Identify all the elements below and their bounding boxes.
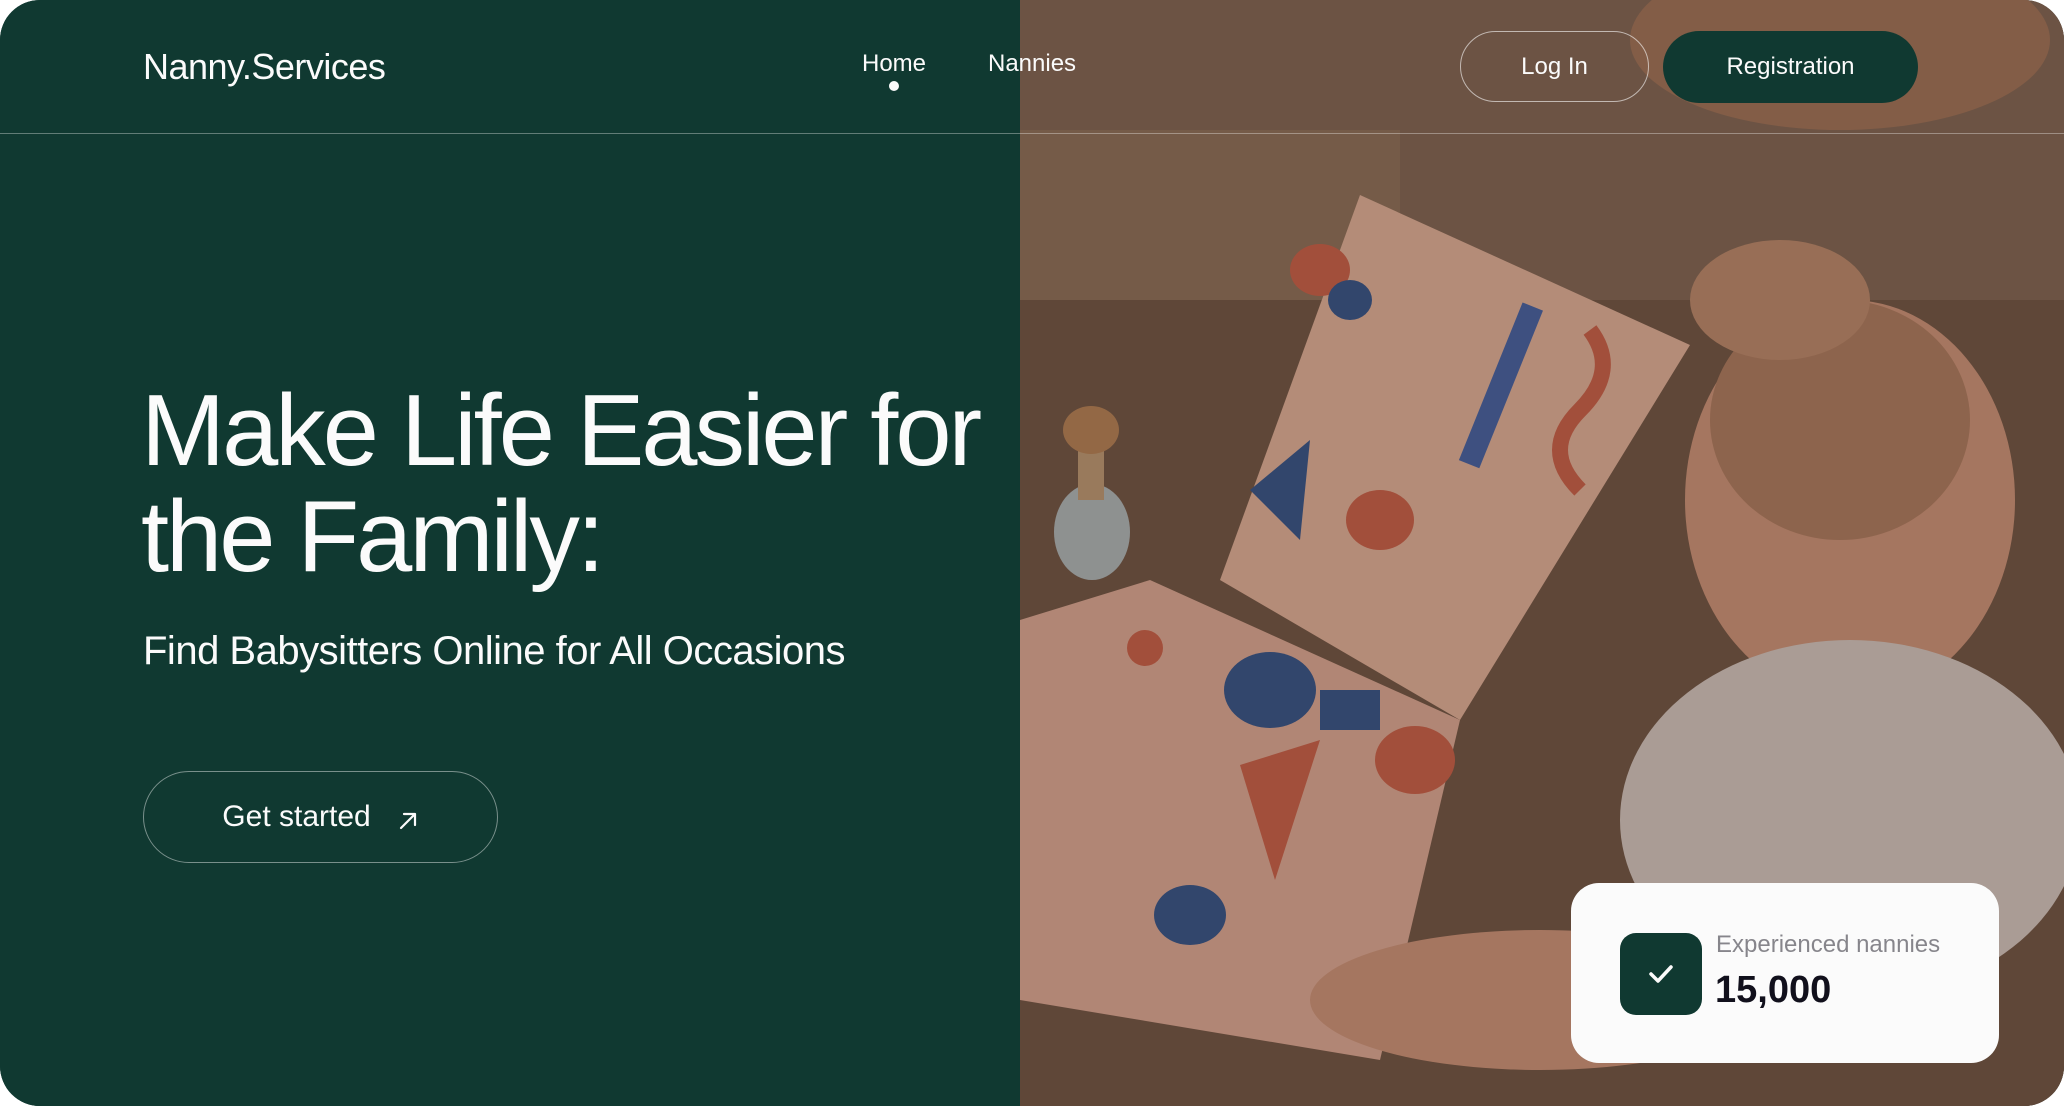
login-button-label: Log In (1521, 52, 1588, 80)
active-nav-indicator (889, 81, 899, 91)
hero-headline: Make Life Easier for the Family: (141, 375, 982, 593)
get-started-button[interactable]: Get started (143, 771, 498, 863)
nav-home[interactable]: Home (862, 50, 926, 78)
logo[interactable]: Nanny.Services (143, 46, 386, 88)
stat-value: 15,000 (1715, 969, 1832, 1011)
login-button[interactable]: Log In (1460, 31, 1649, 102)
registration-button-label: Registration (1726, 53, 1855, 80)
stat-label: Experienced nannies (1716, 931, 1941, 958)
registration-button[interactable]: Registration (1663, 31, 1918, 103)
arrow-up-right-icon (397, 806, 419, 830)
stat-card: Experienced nannies 15,000 (1571, 883, 1999, 1063)
get-started-label: Get started (222, 800, 371, 833)
header-divider (0, 133, 2064, 134)
hero-subline: Find Babysitters Online for All Occasion… (143, 629, 846, 673)
check-icon (1620, 933, 1702, 1015)
nav-nannies[interactable]: Nannies (988, 50, 1076, 78)
page: Nanny.Services Home Nannies Log In Regis… (0, 0, 2064, 1106)
